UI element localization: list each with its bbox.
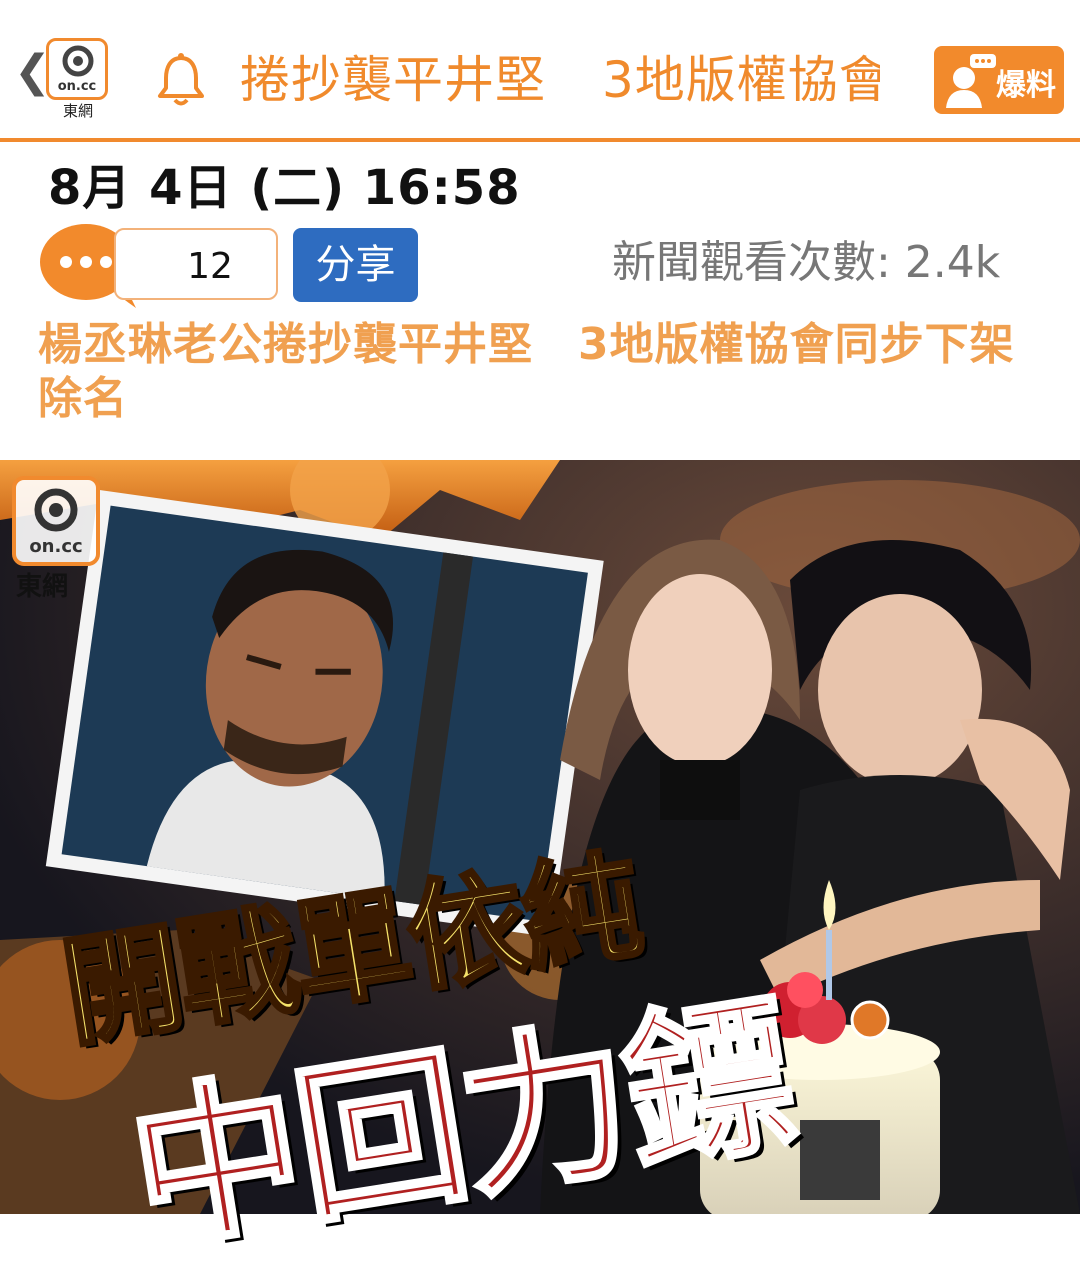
bell-icon[interactable] [154, 52, 208, 112]
report-label: 爆料 [996, 68, 1056, 103]
ticker-item[interactable]: 捲抄襲平井堅 [240, 51, 546, 109]
watermark-logo-text: on.cc [29, 536, 83, 557]
watermark-caption: 東網 [16, 572, 69, 602]
ticker-item[interactable]: 3地版權協會 [602, 51, 880, 109]
reporter-icon [946, 54, 996, 108]
share-button[interactable]: 分享 [293, 228, 418, 302]
logo-text: on.cc [57, 79, 97, 94]
logo-caption: 東網 [62, 102, 93, 120]
report-news-button[interactable]: 爆料 [934, 46, 1064, 114]
watermark-logo: on.cc [12, 476, 100, 566]
news-ticker[interactable]: 捲抄襲平井堅 3地版權協會 [240, 48, 880, 112]
top-nav-bar: ❮ on.cc 東網 捲抄襲平井堅 3地版權協會 爆料 [0, 0, 1080, 140]
header-divider [0, 138, 1080, 142]
comment-count: 12 [187, 246, 233, 287]
publish-date: 8月 4日 (二) 16:58 [48, 160, 521, 216]
view-count: 新聞觀看次數: 2.4k [612, 237, 1001, 288]
oncc-logo[interactable]: on.cc [46, 38, 108, 100]
article-headline[interactable]: 楊丞琳老公捲抄襲平井堅 3地版權協會同步下架除名 [38, 318, 1028, 426]
